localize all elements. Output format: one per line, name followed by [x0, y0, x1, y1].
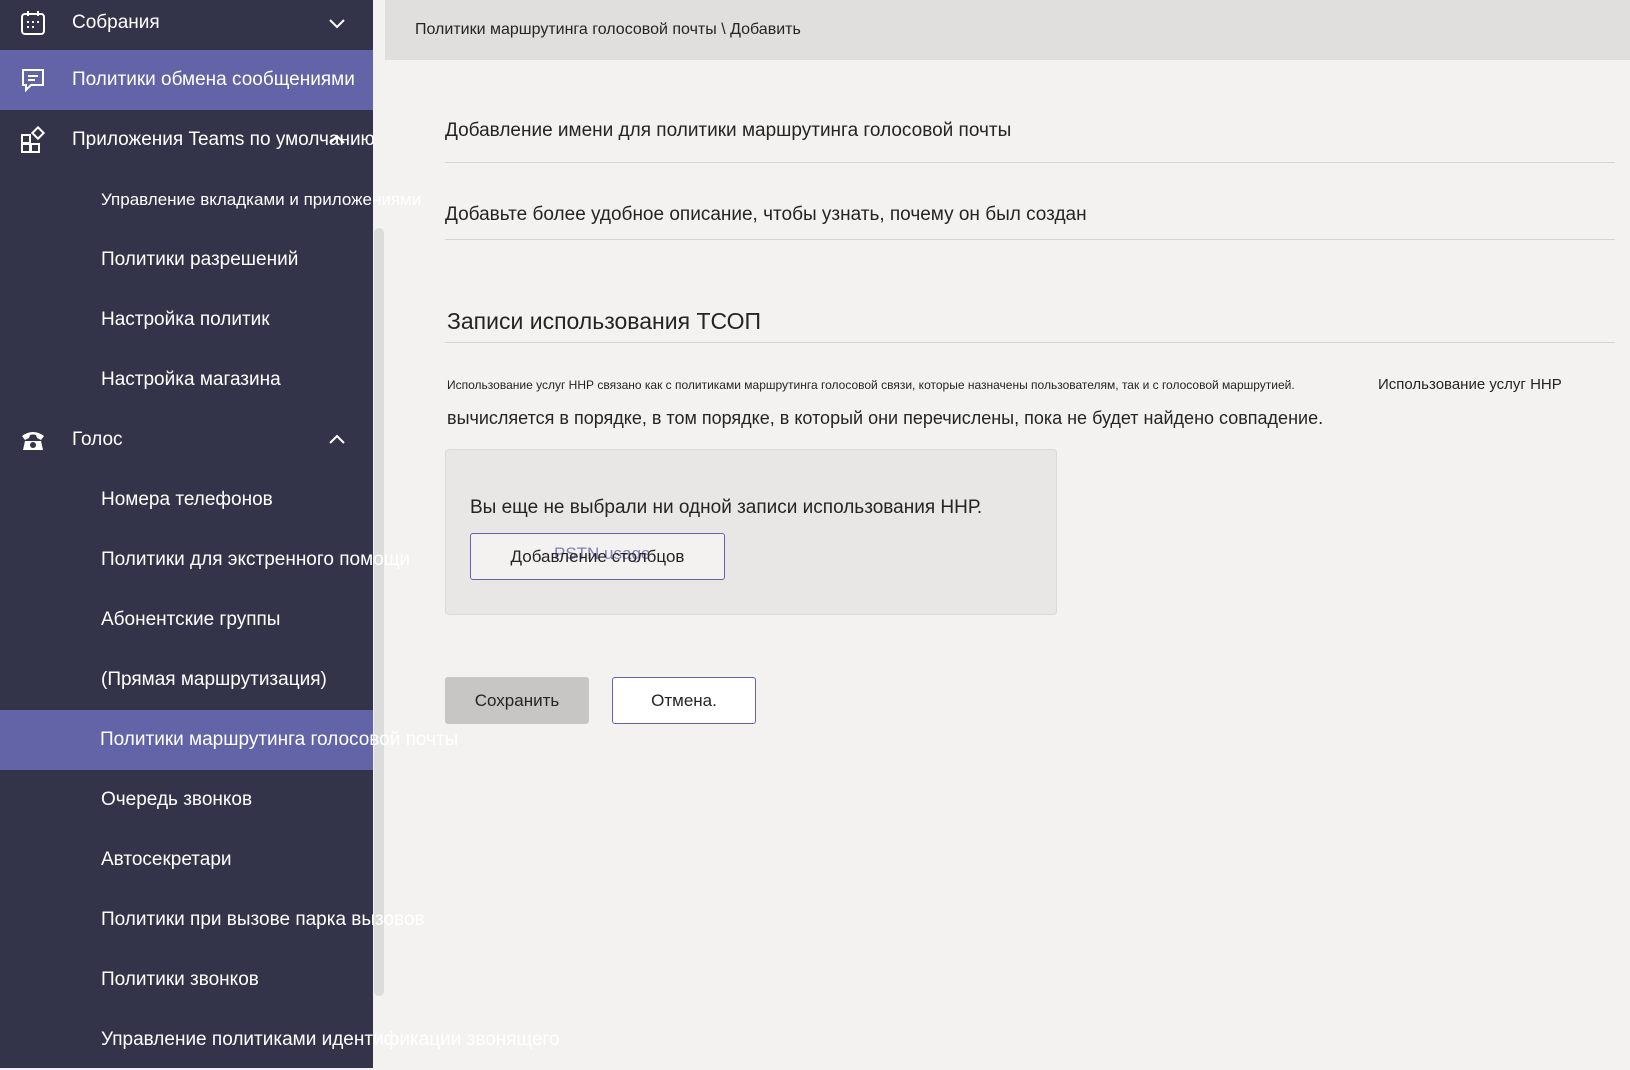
- nav-meetings[interactable]: Собрания: [0, 0, 373, 53]
- breadcrumb: Политики маршрутинга голосовой почты \ Д…: [415, 21, 801, 38]
- nav-voicemail-routing-policies[interactable]: Политики маршрутинга голосовой почты: [0, 710, 458, 770]
- nav-emergency-policies[interactable]: Политики для экстренного помощи: [0, 530, 410, 590]
- nav-teams-apps[interactable]: Приложения Teams по умолчанию: [0, 110, 375, 170]
- save-button[interactable]: Сохранить: [445, 677, 589, 724]
- chat-message-icon: [18, 65, 48, 95]
- nav-label: Политики при вызове парка вызовов: [101, 909, 425, 930]
- nav-label: (Прямая маршрутизация): [101, 669, 327, 690]
- nav-label: Настройка политик: [101, 309, 270, 330]
- phone-icon: [18, 425, 48, 455]
- pstn-description-fragment: Использование услуг ННР: [1378, 376, 1562, 393]
- nav-label: Собрания: [72, 12, 160, 33]
- policy-name-placeholder: Добавление имени для политики маршрутинг…: [445, 120, 1012, 141]
- nav-phone-numbers[interactable]: Номера телефонов: [0, 470, 373, 530]
- nav-label: Управление политиками идентификации звон…: [101, 1029, 560, 1050]
- section-divider: [445, 342, 1615, 343]
- nav-permission-policies[interactable]: Политики разрешений: [0, 230, 373, 290]
- nav-label: Политики звонков: [101, 969, 259, 990]
- nav-dial-plans[interactable]: Абонентские группы: [0, 590, 373, 650]
- nav-direct-routing[interactable]: (Прямая маршрутизация): [0, 650, 373, 710]
- nav-messaging-policies[interactable]: Политики обмена сообщениями: [0, 50, 373, 110]
- add-pstn-usage-button[interactable]: PSTN usage Добавление столбцов: [470, 533, 725, 580]
- policy-description-field[interactable]: Добавьте более удобное описание, чтобы у…: [445, 204, 1615, 240]
- nav-label: Управление вкладками и приложениями: [101, 190, 422, 209]
- chevron-up-icon[interactable]: [326, 129, 348, 151]
- nav-label: Политики для экстренного помощи: [101, 549, 410, 570]
- sidebar-scrollbar-thumb[interactable]: [374, 228, 384, 996]
- cancel-button[interactable]: Отмена.: [612, 677, 756, 724]
- pstn-description: Использование услуг ННР связано как с по…: [447, 378, 1295, 392]
- button-label: Добавление столбцов: [510, 546, 685, 566]
- nav-label: Абонентские группы: [101, 609, 281, 630]
- nav-auto-attendants[interactable]: Автосекретари: [0, 830, 373, 890]
- nav-label: Номера телефонов: [101, 489, 273, 510]
- nav-label: Очередь звонков: [101, 789, 253, 810]
- header-bar: Политики маршрутинга голосовой почты \ Д…: [385, 0, 1630, 60]
- nav-label: Политики маршрутинга голосовой почты: [100, 729, 459, 750]
- pstn-section-title: Записи использования ТСОП: [447, 308, 762, 334]
- chevron-up-icon[interactable]: [326, 429, 348, 451]
- left-navigation: Собрания Политики обмена сообщениями При…: [0, 0, 560, 1070]
- nav-call-queues[interactable]: Очередь звонков: [0, 770, 373, 830]
- nav-calling-policies[interactable]: Политики звонков: [0, 950, 373, 1010]
- nav-voice[interactable]: Голос: [0, 410, 373, 470]
- nav-manage-tabs-apps[interactable]: Управление вкладками и приложениями: [0, 170, 421, 230]
- nav-setup-policies[interactable]: Настройка политик: [0, 290, 373, 350]
- policy-name-field[interactable]: Добавление имени для политики маршрутинг…: [445, 120, 1615, 163]
- calendar-icon: [18, 8, 48, 38]
- chevron-down-icon[interactable]: [326, 12, 348, 34]
- apps-icon: [18, 125, 48, 155]
- nav-call-park-policies[interactable]: Политики при вызове парка вызовов: [0, 890, 425, 950]
- empty-state-text: Вы еще не выбрали ни одной записи исполь…: [470, 497, 983, 518]
- policy-description-placeholder: Добавьте более удобное описание, чтобы у…: [445, 204, 1087, 225]
- nav-label: Голос: [72, 429, 123, 450]
- pstn-usage-empty-state: Вы еще не выбрали ни одной записи исполь…: [445, 449, 1057, 615]
- pstn-description-continued: вычисляется в порядке, в том порядке, в …: [447, 408, 1324, 428]
- nav-store-settings[interactable]: Настройка магазина: [0, 350, 373, 410]
- nav-label: Автосекретари: [101, 849, 232, 870]
- nav-caller-id-policies[interactable]: Управление политиками идентификации звон…: [0, 1010, 560, 1070]
- nav-label: Настройка магазина: [101, 369, 281, 390]
- nav-label: Политики обмена сообщениями: [72, 69, 355, 90]
- nav-label: Политики разрешений: [101, 249, 299, 270]
